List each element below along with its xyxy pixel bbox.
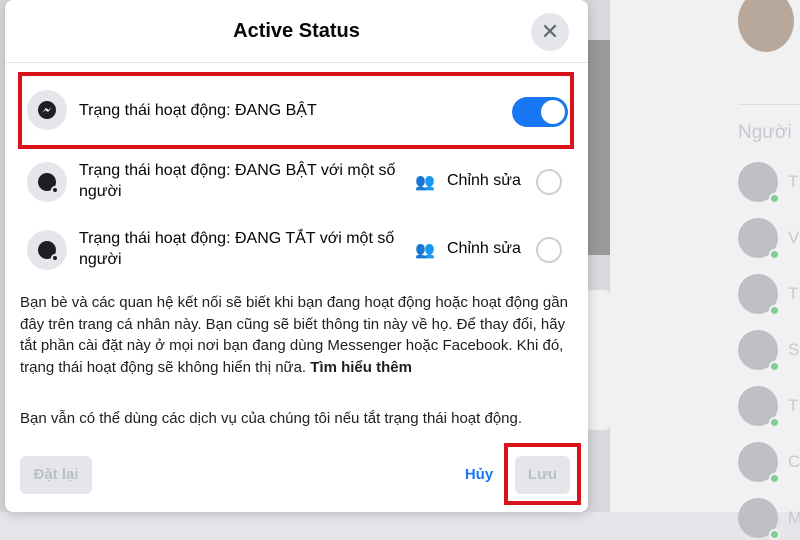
online-indicator: [769, 361, 780, 372]
option-off-some-people[interactable]: Trạng thái hoạt động: ĐANG TẮT với một s…: [27, 228, 567, 272]
contact-item[interactable]: T: [738, 274, 798, 316]
status-icon: [27, 162, 67, 202]
contact-item[interactable]: M: [738, 498, 800, 540]
option-radio[interactable]: [536, 237, 562, 263]
option-on-some-people[interactable]: Trạng thái hoạt động: ĐANG BẬT với một s…: [27, 160, 567, 204]
note: Bạn vẫn có thể dùng các dịch vụ của chún…: [20, 410, 523, 427]
active-status-dialog: Active Status ✕ Trạng thái hoạt động: ĐA…: [5, 0, 588, 512]
online-indicator: [769, 417, 780, 428]
contact-name: V: [788, 228, 800, 247]
reset-button[interactable]: Đặt lại: [20, 456, 92, 494]
divider: [5, 62, 588, 63]
cancel-button[interactable]: Hủy: [457, 456, 501, 494]
option-label: Trạng thái hoạt động: ĐANG BẬT với một s…: [79, 162, 396, 200]
contact-name: M: [788, 508, 800, 527]
messenger-icon: [27, 90, 67, 130]
dialog-title: Active Status: [233, 20, 360, 42]
option-label: Trạng thái hoạt động: ĐANG TẮT với một s…: [79, 230, 395, 268]
contact-item[interactable]: T: [738, 162, 798, 204]
status-icon: [27, 230, 67, 270]
active-status-label: Trạng thái hoạt động: ĐANG BẬT: [79, 102, 317, 119]
description: Bạn bè và các quan hệ kết nối sẽ biết kh…: [20, 292, 575, 378]
contact-item[interactable]: T: [738, 386, 798, 428]
people-icon: 👥: [415, 174, 435, 191]
contact-name: T: [788, 284, 799, 303]
contact-item[interactable]: S: [738, 330, 799, 372]
background-card: [585, 290, 610, 430]
contact-name: S: [788, 340, 800, 359]
active-status-toggle-row[interactable]: Trạng thái hoạt động: ĐANG BẬT: [27, 90, 568, 130]
online-indicator: [769, 249, 780, 260]
edit-link[interactable]: Chỉnh sửa: [447, 240, 521, 258]
description-text: Bạn bè và các quan hệ kết nối sẽ biết kh…: [20, 294, 568, 376]
contact-name: T: [788, 396, 799, 415]
contact-name: C: [788, 452, 800, 471]
save-button[interactable]: Lưu: [515, 456, 570, 494]
edit-link[interactable]: Chỉnh sửa: [447, 172, 521, 190]
online-indicator: [769, 193, 780, 204]
online-indicator: [769, 305, 780, 316]
background-post-image: [585, 40, 610, 255]
active-status-toggle[interactable]: [512, 97, 568, 127]
contact-item[interactable]: C: [738, 442, 800, 484]
contacts-heading: Người: [738, 122, 792, 143]
online-indicator: [769, 473, 780, 484]
contact-item[interactable]: V: [738, 218, 799, 260]
option-radio[interactable]: [536, 169, 562, 195]
online-indicator: [769, 529, 780, 540]
learn-more-link[interactable]: Tìm hiểu thêm: [310, 359, 412, 376]
people-icon: 👥: [415, 242, 435, 259]
contact-name: T: [788, 172, 799, 191]
close-button[interactable]: ✕: [531, 13, 569, 51]
close-icon: ✕: [540, 19, 560, 44]
divider: [738, 104, 800, 105]
